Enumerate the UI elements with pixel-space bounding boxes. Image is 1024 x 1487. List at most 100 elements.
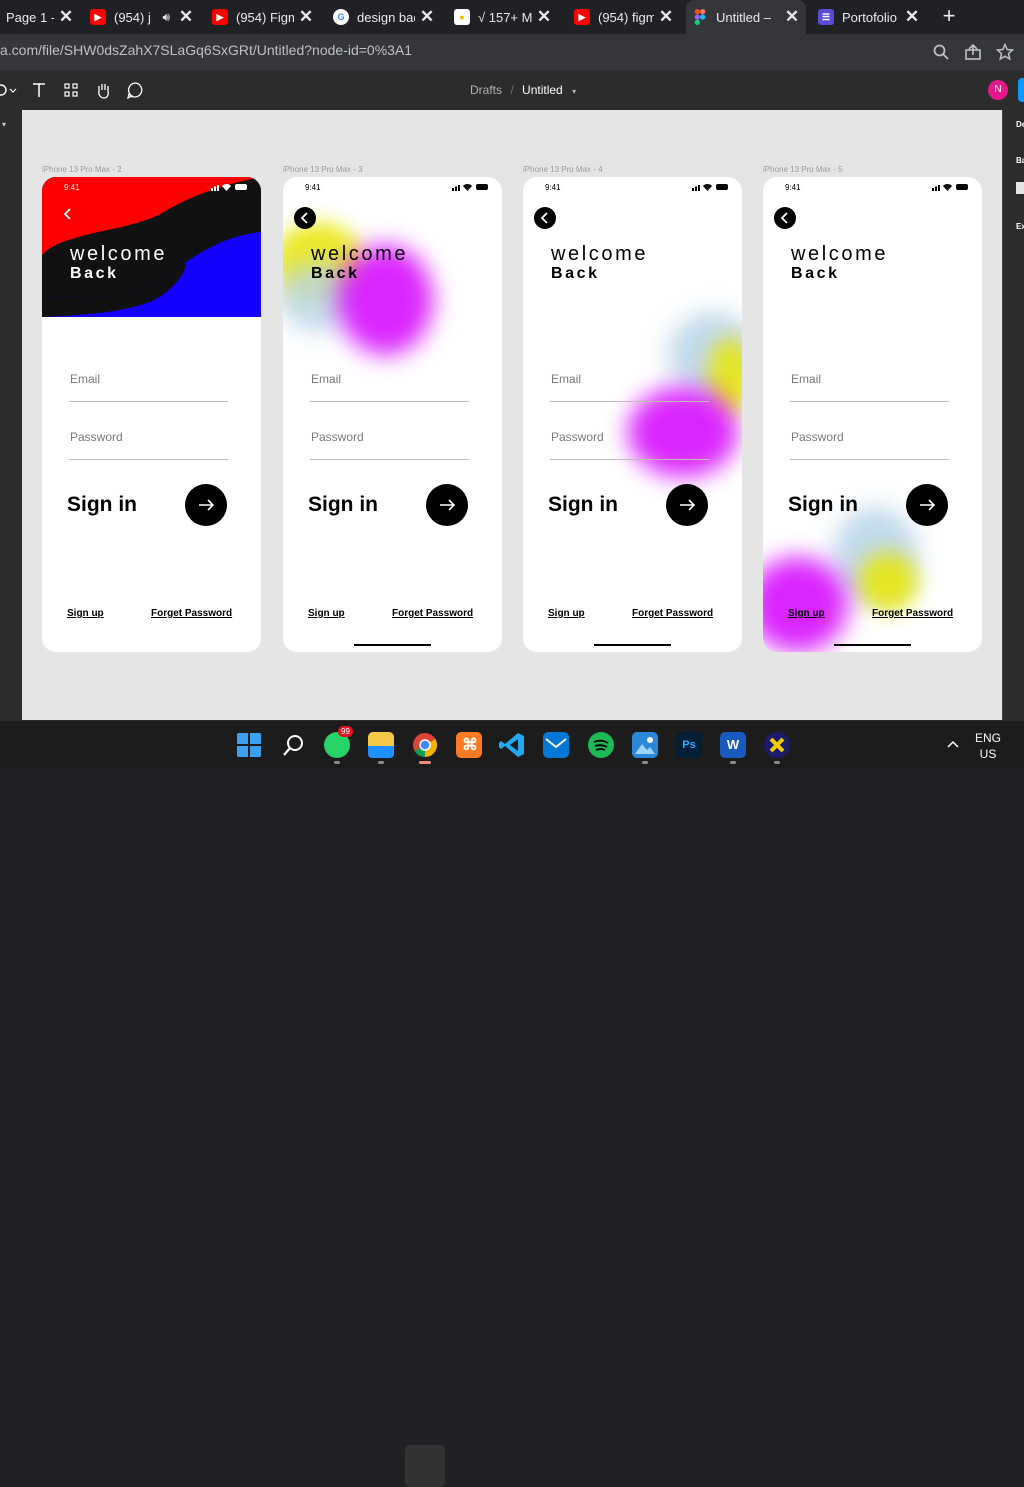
frame-label[interactable]: iPhone 13 Pro Max - 2 xyxy=(42,165,122,174)
search-icon[interactable] xyxy=(281,732,307,758)
signin-button[interactable] xyxy=(666,484,708,526)
google-icon: G xyxy=(333,9,349,25)
background-swatch[interactable] xyxy=(1016,182,1024,194)
browser-tab[interactable]: ☰ Portofolio ✕ xyxy=(812,0,926,34)
back-button[interactable] xyxy=(774,207,796,229)
signup-link[interactable]: Sign up xyxy=(67,608,104,619)
app-x-icon[interactable] xyxy=(764,732,790,758)
photos-icon[interactable] xyxy=(632,732,658,758)
close-icon[interactable]: ✕ xyxy=(904,7,920,27)
browser-tab[interactable]: G design bac ✕ xyxy=(327,0,441,34)
signin-button[interactable] xyxy=(426,484,468,526)
phone-frame[interactable]: 9:41 welcome Back Email Password Sign in… xyxy=(283,177,502,652)
forget-password-link[interactable]: Forget Password xyxy=(632,608,713,619)
back-arrow-icon[interactable] xyxy=(57,203,79,225)
avatar[interactable]: N xyxy=(988,80,1008,100)
running-indicator xyxy=(378,761,384,764)
youtube-icon: ▶ xyxy=(574,9,590,25)
youtube-icon: ▶ xyxy=(212,9,228,25)
email-field[interactable]: Email xyxy=(791,372,821,386)
password-field[interactable]: Password xyxy=(551,430,604,444)
email-underline xyxy=(790,401,949,402)
mail-icon[interactable] xyxy=(543,732,569,758)
lang-code: ENG xyxy=(975,731,1002,745)
chevron-down-icon[interactable]: ▾ xyxy=(2,120,6,129)
signin-button[interactable] xyxy=(185,484,227,526)
back-button[interactable] xyxy=(294,207,316,229)
forget-password-link[interactable]: Forget Password xyxy=(392,608,473,619)
email-field[interactable]: Email xyxy=(70,372,100,386)
close-icon[interactable]: ✕ xyxy=(58,7,74,27)
chrome-icon[interactable] xyxy=(412,732,438,758)
whatsapp-icon[interactable]: 99 xyxy=(324,726,353,758)
arrow-right-icon xyxy=(199,499,215,511)
signup-link[interactable]: Sign up xyxy=(548,608,585,619)
phone-frame[interactable]: 9:41 welcome Back Email Password Sign in… xyxy=(523,177,742,652)
status-icons xyxy=(452,183,488,191)
signin-button[interactable] xyxy=(906,484,948,526)
design-tab[interactable]: De xyxy=(1016,120,1024,129)
back-button[interactable] xyxy=(534,207,556,229)
windows-start-icon[interactable] xyxy=(236,732,262,758)
tab-title: (954) j xyxy=(114,9,151,25)
password-field[interactable]: Password xyxy=(791,430,844,444)
phone-frame[interactable]: 9:41 welcome Back Email Password Sign in… xyxy=(763,177,982,652)
frame-label[interactable]: iPhone 13 Pro Max - 5 xyxy=(763,165,843,174)
file-explorer-icon[interactable] xyxy=(368,732,394,758)
password-field[interactable]: Password xyxy=(311,430,364,444)
xampp-icon[interactable]: ⌘ xyxy=(456,732,482,758)
tab-title: design bac xyxy=(357,9,415,25)
chevron-down-icon[interactable]: ▾ xyxy=(572,87,576,96)
share-button[interactable] xyxy=(1018,78,1024,102)
spotify-icon[interactable] xyxy=(588,732,614,758)
browser-tab[interactable]: Page 1 - ✕ xyxy=(0,0,80,34)
frame-label[interactable]: iPhone 13 Pro Max - 3 xyxy=(283,165,363,174)
language-indicator[interactable]: ENG US xyxy=(975,730,1001,762)
forget-password-link[interactable]: Forget Password xyxy=(151,608,232,619)
new-tab-icon[interactable]: + xyxy=(938,5,960,27)
signin-label: Sign in xyxy=(67,493,137,516)
close-icon[interactable]: ✕ xyxy=(298,7,314,27)
browser-tab[interactable]: ▶ (954) figm ✕ xyxy=(568,0,680,34)
share-icon[interactable] xyxy=(964,43,982,61)
signup-link[interactable]: Sign up xyxy=(788,608,825,619)
phone-frame[interactable]: 9:41 welcome Back Email Password Sign in… xyxy=(42,177,261,652)
vscode-icon[interactable] xyxy=(499,732,525,758)
text-tool-icon[interactable] xyxy=(30,81,48,99)
close-icon[interactable]: ✕ xyxy=(536,7,552,27)
background-label: Ba xyxy=(1016,156,1024,165)
close-icon[interactable]: ✕ xyxy=(419,7,435,27)
close-icon[interactable]: ✕ xyxy=(178,7,194,27)
figma-canvas[interactable]: iPhone 13 Pro Max - 2 9:41 welcome Back … xyxy=(22,110,1002,720)
browser-tab-active[interactable]: Untitled – ✕ xyxy=(686,0,806,34)
email-field[interactable]: Email xyxy=(551,372,581,386)
components-icon[interactable] xyxy=(62,81,80,99)
region-code: US xyxy=(979,747,997,761)
zoom-icon[interactable] xyxy=(932,43,950,61)
password-field[interactable]: Password xyxy=(70,430,123,444)
tab-title: Page 1 - xyxy=(6,9,54,25)
breadcrumb-drafts[interactable]: Drafts xyxy=(470,83,502,97)
hand-tool-icon[interactable] xyxy=(94,81,112,99)
url-text[interactable]: a.com/file/SHW0dsZahX7SLaGq6SxGRt/Untitl… xyxy=(0,42,412,58)
bookmark-star-icon[interactable] xyxy=(996,43,1014,61)
forget-password-link[interactable]: Forget Password xyxy=(872,608,953,619)
shape-tool-icon[interactable] xyxy=(0,81,18,99)
signup-link[interactable]: Sign up xyxy=(308,608,345,619)
word-icon[interactable]: W xyxy=(720,732,746,758)
photoshop-icon[interactable]: Ps xyxy=(676,732,702,758)
home-indicator xyxy=(594,644,671,646)
speaker-icon[interactable]: 🔊︎ xyxy=(162,10,170,25)
browser-tab[interactable]: ▶ (954) j 🔊︎ ✕ xyxy=(84,0,200,34)
browser-tab[interactable]: ▶ (954) Figm ✕ xyxy=(206,0,320,34)
file-name[interactable]: Untitled xyxy=(522,83,563,97)
email-underline xyxy=(310,401,469,402)
comment-tool-icon[interactable] xyxy=(126,81,144,99)
frame-label[interactable]: iPhone 13 Pro Max - 4 xyxy=(523,165,603,174)
email-field[interactable]: Email xyxy=(311,372,341,386)
close-icon[interactable]: ✕ xyxy=(784,7,800,27)
browser-tab[interactable]: ● √ 157+ Ma ✕ xyxy=(448,0,558,34)
arrow-right-icon xyxy=(680,499,696,511)
chevron-up-icon[interactable] xyxy=(946,739,960,749)
close-icon[interactable]: ✕ xyxy=(658,7,674,27)
